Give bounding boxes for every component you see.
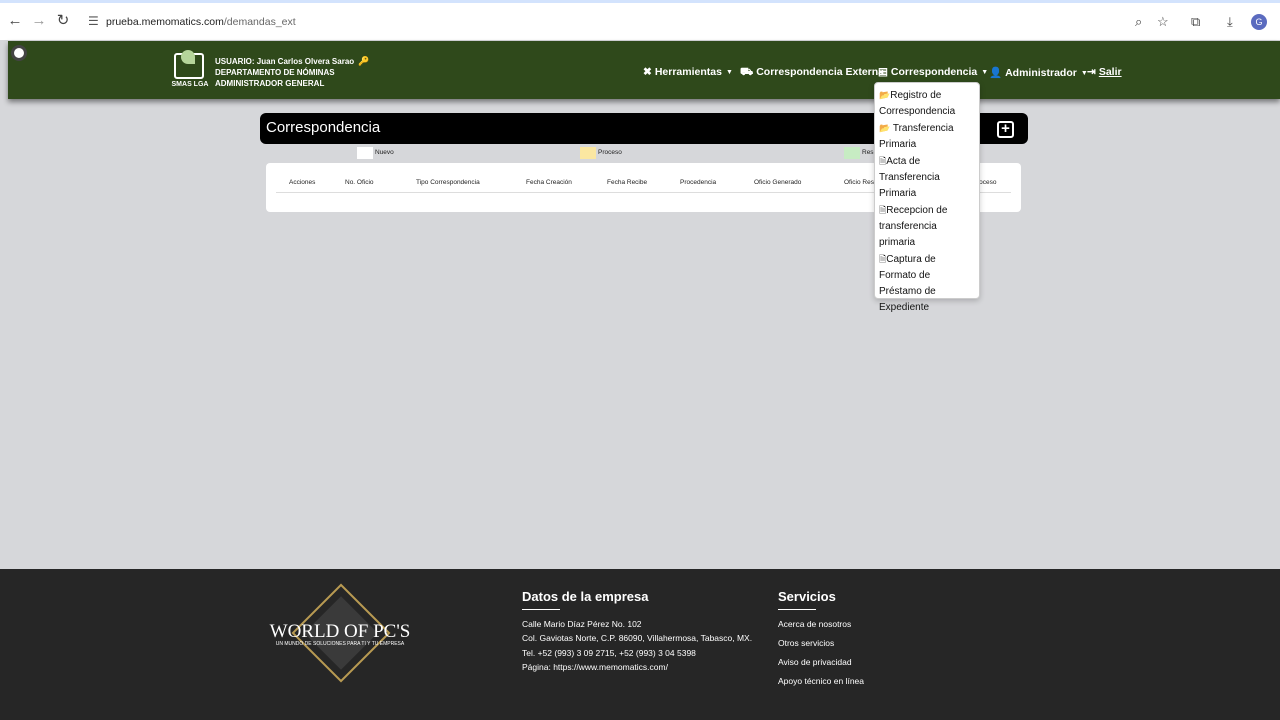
footer-link-acerca[interactable]: Acerca de nosotros (778, 619, 851, 629)
dropdown-item-acta[interactable]: 🗎Acta de Transferencia Primaria (879, 153, 975, 202)
menu-correspondencia[interactable]: ▤ Correspondencia ▼ (878, 66, 988, 78)
address-bar[interactable]: ☰ prueba.memomatics.com/demandas_ext (80, 9, 1180, 36)
legend-swatch-nuevo (357, 147, 373, 159)
role-label: ADMINISTRADOR GENERAL (215, 79, 325, 88)
footer-link-privacidad[interactable]: Aviso de privacidad (778, 657, 852, 667)
menu-salir[interactable]: ⇥ Salir (1087, 66, 1122, 78)
record-indicator-icon (11, 45, 27, 61)
legend-swatch-resuelto (844, 147, 860, 159)
back-icon[interactable]: ← (6, 12, 24, 30)
forward-icon[interactable]: → (30, 12, 48, 30)
url-text: prueba.memomatics.com/demandas_ext (106, 16, 296, 28)
company-phone: Tel. +52 (993) 3 09 2715, +52 (993) 3 04… (522, 648, 696, 658)
footer-link-apoyo[interactable]: Apoyo técnico en línea (778, 676, 864, 686)
dropdown-item-captura[interactable]: 🗎Captura de Formato de Préstamo de Exped… (879, 251, 975, 316)
world-of-pcs-logo: WORLD OF PC'S UN MUNDO DE SOLUCIONES PAR… (265, 583, 415, 697)
divider (522, 609, 560, 610)
column-header[interactable]: Fecha Recibe (607, 179, 647, 186)
sign-out-icon: ⇥ (1087, 66, 1096, 78)
user-info: USUARIO: Juan Carlos Olvera Sarao 🔑 DEPAR… (215, 56, 369, 89)
caret-down-icon: ▼ (725, 69, 733, 76)
legend-swatch-proceso (580, 147, 596, 159)
smas-logo[interactable]: SMAS LGA (170, 50, 208, 92)
company-website[interactable]: Página: https://www.memomatics.com/ (522, 662, 668, 672)
download-icon[interactable]: ⤓ (1227, 14, 1233, 30)
site-info-icon[interactable]: ☰ (88, 14, 99, 28)
app-navbar: SMAS LGA USUARIO: Juan Carlos Olvera Sar… (8, 41, 1280, 99)
column-header[interactable]: Tipo Correspondencia (416, 179, 480, 186)
menu-administrador[interactable]: 👤 Administrador ▼ (989, 66, 1088, 79)
caret-down-icon: ▼ (981, 69, 989, 76)
company-section-title: Datos de la empresa (522, 589, 649, 604)
column-header[interactable]: Procedencia (680, 179, 716, 186)
company-address: Calle Mario Díaz Pérez No. 102 (522, 619, 642, 629)
menu-herramientas[interactable]: ✖ Herramientas ▼ (643, 66, 733, 78)
dropdown-item-recepcion[interactable]: 🗎Recepcion de transferencia primaria (879, 202, 975, 251)
folder-open-icon: 📂 (879, 90, 891, 100)
extensions-icon[interactable]: ⧉ (1191, 14, 1200, 30)
company-colony: Col. Gaviotas Norte, C.P. 86090, Villahe… (522, 633, 753, 643)
page-title: Correspondencia (266, 119, 381, 136)
correspondencia-dropdown: 📂Registro de Correspondencia 📂 Transfere… (874, 82, 980, 313)
profile-avatar[interactable]: G (1251, 14, 1267, 30)
bookmark-star-icon[interactable]: ☆ (1157, 14, 1169, 30)
dropdown-item-transferencia[interactable]: 📂 Transferencia Primaria (879, 120, 975, 153)
zoom-icon[interactable]: ⌕ (1135, 14, 1142, 30)
column-header[interactable]: No. Oficio (345, 179, 374, 186)
column-header[interactable]: Oficio Generado (754, 179, 801, 186)
footer-link-otros[interactable]: Otros servicios (778, 638, 834, 648)
column-header[interactable]: Acciones (289, 179, 315, 186)
add-button[interactable]: + (997, 121, 1014, 138)
user-name: USUARIO: Juan Carlos Olvera Sarao (215, 57, 355, 66)
column-header[interactable]: Oficio Res (844, 179, 874, 186)
user-cog-icon: 👤 (989, 67, 1003, 79)
divider (778, 609, 816, 610)
footer: WORLD OF PC'S UN MUNDO DE SOLUCIONES PAR… (0, 569, 1280, 720)
truck-icon: ⛟ (740, 66, 754, 78)
column-header[interactable]: Fecha Creación (526, 179, 572, 186)
archive-icon: ▤ (878, 66, 888, 78)
services-section-title: Servicios (778, 589, 836, 604)
department-label: DEPARTAMENTO DE NÓMINAS (215, 68, 335, 77)
menu-correspondencia-externa[interactable]: ⛟ Correspondencia Externa (740, 66, 884, 80)
browser-toolbar: ← → ↻ ☰ prueba.memomatics.com/demandas_e… (0, 0, 1280, 40)
folder-open-icon: 📂 (879, 123, 891, 133)
reload-icon[interactable]: ↻ (54, 12, 72, 30)
tools-icon: ✖ (643, 66, 652, 78)
dropdown-item-registro[interactable]: 📂Registro de Correspondencia (879, 87, 975, 120)
key-icon[interactable]: 🔑 (358, 56, 369, 66)
